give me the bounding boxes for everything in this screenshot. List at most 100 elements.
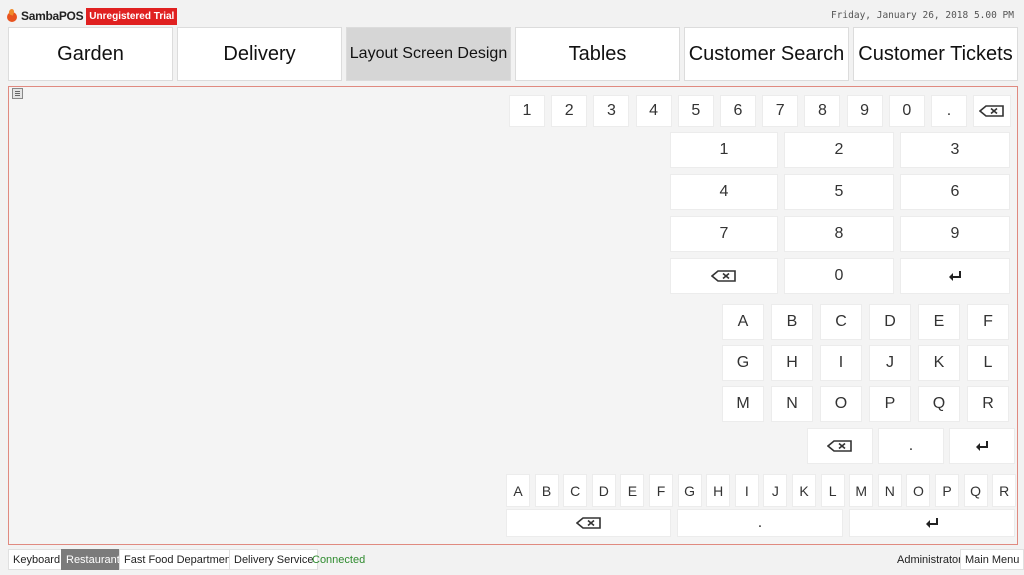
alpha-row-dot[interactable]: .	[677, 509, 843, 537]
numpad-key[interactable]: 4	[670, 174, 778, 210]
number-row-backspace[interactable]	[973, 95, 1012, 127]
numpad-key[interactable]: 7	[670, 216, 778, 252]
key-label: 0	[834, 267, 844, 284]
number-row-key[interactable]: 5	[677, 95, 714, 127]
alpha-grid-key[interactable]: K	[918, 345, 960, 381]
alpha-row-key[interactable]: N	[877, 474, 902, 507]
alpha-row-key[interactable]: B	[534, 474, 559, 507]
alpha-row-key[interactable]: E	[620, 474, 645, 507]
key-label: 2	[564, 102, 574, 119]
alpha-grid-key[interactable]: D	[869, 304, 911, 340]
numpad-key[interactable]: 6	[900, 174, 1010, 210]
key-label: .	[757, 514, 763, 531]
alpha-row-backspace[interactable]	[506, 509, 671, 537]
number-row-key[interactable]: .	[931, 95, 967, 127]
number-row-key[interactable]: 9	[846, 95, 883, 127]
status-delivery-service[interactable]: Delivery Service	[229, 549, 319, 570]
enter-icon	[924, 517, 940, 529]
alpha-row-enter[interactable]	[849, 509, 1015, 537]
alpha-row-key[interactable]: G	[677, 474, 702, 507]
key-label: 7	[719, 225, 729, 242]
alpha-row-key[interactable]: A	[506, 474, 530, 507]
alpha-grid-key[interactable]: L	[967, 345, 1009, 381]
key-label: L	[983, 354, 993, 371]
number-row-key[interactable]: 1	[509, 95, 545, 127]
numpad-key[interactable]: 5	[784, 174, 894, 210]
status-fast-food-department[interactable]: Fast Food Department	[119, 549, 240, 570]
enter-icon	[947, 270, 963, 282]
edit-layout-icon[interactable]	[12, 88, 23, 99]
alpha-grid-key[interactable]: M	[722, 386, 764, 422]
tab-customer-tickets[interactable]: Customer Tickets	[853, 27, 1018, 81]
status-keyboard[interactable]: Keyboard	[8, 549, 66, 570]
key-label: P	[884, 395, 896, 412]
key-label: 5	[834, 183, 844, 200]
key-label: 8	[834, 225, 844, 242]
alpha-grid-key[interactable]: G	[722, 345, 764, 381]
alpha-row-key[interactable]: C	[563, 474, 588, 507]
key-label: G	[736, 354, 750, 371]
alpha-row-key[interactable]: J	[763, 474, 788, 507]
number-row-key[interactable]: 8	[804, 95, 841, 127]
key-label: O	[912, 482, 924, 499]
alpha-grid-enter[interactable]	[949, 428, 1015, 464]
alpha-row-key[interactable]: K	[792, 474, 816, 507]
alpha-row-key[interactable]: O	[906, 474, 931, 507]
numpad-backspace[interactable]	[670, 258, 778, 294]
alpha-grid-key[interactable]: C	[820, 304, 862, 340]
key-label: H	[713, 482, 724, 499]
alpha-grid-key[interactable]: A	[722, 304, 764, 340]
alpha-grid-key[interactable]: O	[820, 386, 862, 422]
alpha-row-key[interactable]: F	[649, 474, 673, 507]
numpad-enter[interactable]	[900, 258, 1010, 294]
alpha-row-key[interactable]: L	[820, 474, 845, 507]
alpha-grid-key[interactable]: E	[918, 304, 960, 340]
alpha-grid-key[interactable]: J	[869, 345, 911, 381]
number-row-key[interactable]: 0	[888, 95, 925, 127]
numpad-key[interactable]: 0	[784, 258, 894, 294]
key-label: 4	[719, 183, 729, 200]
alpha-grid-key[interactable]: H	[771, 345, 813, 381]
numpad-key[interactable]: 8	[784, 216, 894, 252]
alpha-row-key[interactable]: M	[849, 474, 874, 507]
alpha-row-key[interactable]: H	[706, 474, 731, 507]
alpha-grid-dot[interactable]: .	[878, 428, 944, 464]
tab-tables[interactable]: Tables	[515, 27, 680, 81]
key-label: I	[838, 354, 844, 371]
number-row-key[interactable]: 6	[720, 95, 756, 127]
alpha-grid-backspace[interactable]	[807, 428, 873, 464]
backspace-icon	[575, 517, 602, 529]
main-menu-button[interactable]: Main Menu	[960, 549, 1024, 570]
tab-customer-search[interactable]: Customer Search	[684, 27, 849, 81]
alpha-grid-key[interactable]: N	[771, 386, 813, 422]
status-restaurant[interactable]: Restaurant	[61, 549, 125, 570]
key-label: P	[942, 482, 952, 499]
alpha-grid-key[interactable]: Q	[918, 386, 960, 422]
alpha-row-key[interactable]: D	[591, 474, 616, 507]
alpha-row-key[interactable]: I	[734, 474, 759, 507]
alpha-row-key[interactable]: P	[935, 474, 959, 507]
key-label: A	[513, 482, 523, 499]
number-row-key[interactable]: 7	[762, 95, 799, 127]
numpad-key[interactable]: 3	[900, 132, 1010, 168]
numpad-key[interactable]: 9	[900, 216, 1010, 252]
layout-panel: 1234567890.1234567890ABCDEFGHIJKLMNOPQR.…	[8, 86, 1018, 545]
tab-delivery[interactable]: Delivery	[177, 27, 342, 81]
key-label: C	[570, 482, 581, 499]
alpha-row-key[interactable]: R	[992, 474, 1017, 507]
alpha-grid-key[interactable]: B	[771, 304, 813, 340]
alpha-grid-key[interactable]: F	[967, 304, 1009, 340]
number-row-key[interactable]: 2	[551, 95, 588, 127]
alpha-grid-key[interactable]: I	[820, 345, 862, 381]
alpha-grid-key[interactable]: P	[869, 386, 911, 422]
alpha-row-key[interactable]: Q	[963, 474, 988, 507]
number-row-key[interactable]: 3	[593, 95, 630, 127]
numpad-key[interactable]: 1	[670, 132, 778, 168]
number-row-key[interactable]: 4	[635, 95, 672, 127]
numpad-key[interactable]: 2	[784, 132, 894, 168]
tab-garden[interactable]: Garden	[8, 27, 173, 81]
key-label: E	[627, 482, 638, 499]
tab-layout-screen-design[interactable]: Layout Screen Design	[346, 27, 511, 81]
trial-badge: Unregistered Trial	[86, 7, 178, 25]
alpha-grid-key[interactable]: R	[967, 386, 1009, 422]
